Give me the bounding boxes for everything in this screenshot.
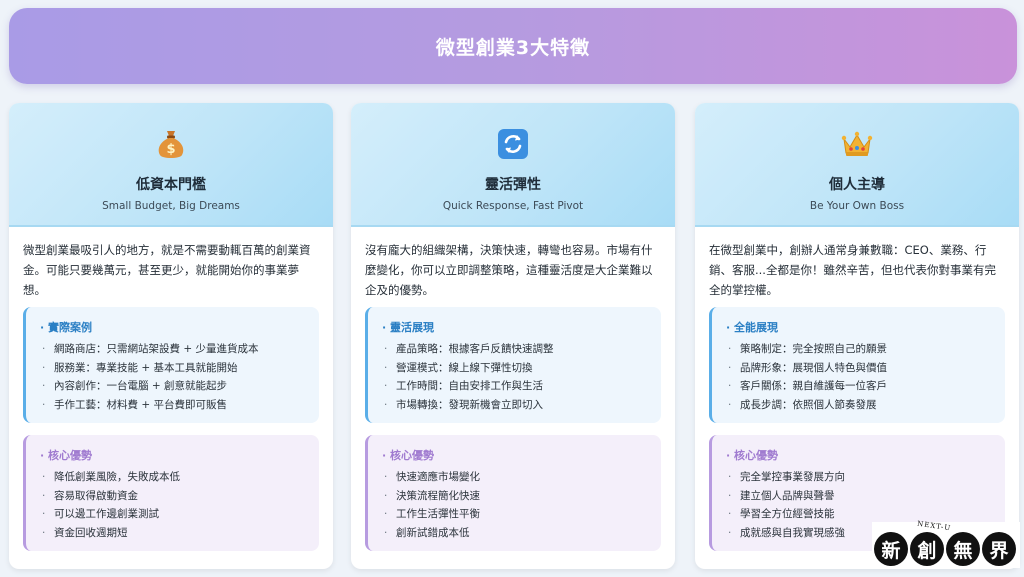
all-round-box: · 全能展現 策略制定：完全按照自己的願景 品牌形象：展現個人特色與價值 客戶關…	[709, 307, 1005, 423]
card-description: 微型創業最吸引人的地方，就是不需要動輒百萬的創業資金。可能只要幾萬元，甚至更少，…	[23, 243, 311, 297]
list-item: 策略制定：完全按照自己的願景	[726, 340, 993, 359]
card-header: 個人主導 Be Your Own Boss	[695, 103, 1019, 227]
card-header: 靈活彈性 Quick Response, Fast Pivot	[351, 103, 675, 227]
list-item: 容易取得啟動資金	[40, 487, 307, 506]
page-title: 微型創業3大特徵	[435, 36, 591, 59]
header-banner: 微型創業3大特徵	[9, 8, 1017, 84]
list-item: 可以邊工作邊創業測試	[40, 505, 307, 524]
feature-card-self-led: 個人主導 Be Your Own Boss 在微型創業中，創辦人通常身兼數職：C…	[695, 103, 1019, 569]
logo-char: 界	[982, 532, 1016, 566]
box-title: · 靈活展現	[382, 321, 435, 334]
list-item: 學習全方位經營技能	[726, 505, 993, 524]
card-subtitle: Be Your Own Boss	[809, 200, 905, 212]
card-description: 在微型創業中，創辦人通常身兼數職：CEO、業務、行銷、客服...全都是你！雖然辛…	[709, 243, 996, 297]
list-item: 品牌形象：展現個人特色與價值	[726, 359, 993, 378]
list-item: 成長步調：依照個人節奏發展	[726, 396, 993, 415]
box-title: · 實際案例	[40, 321, 93, 334]
feature-card-low-capital: $ 低資本門檻 Small Budget, Big Dreams 微型創業最吸引…	[9, 103, 333, 569]
list-item: 決策流程簡化快速	[382, 487, 649, 506]
card-description: 沒有龐大的組織架構，決策快速，轉彎也容易。市場有什麼變化，你可以立即調整策略，這…	[365, 243, 653, 297]
list-item: 手作工藝：材料費 + 平台費即可販售	[40, 396, 307, 415]
box-title: · 核心優勢	[382, 449, 435, 462]
list-item: 網路商店：只需網站架設費 + 少量進貨成本	[40, 340, 307, 359]
box-title: · 核心優勢	[40, 449, 93, 462]
refresh-icon	[497, 128, 529, 160]
list-item: 工作時間：自由安排工作與生活	[382, 377, 649, 396]
card-header: $ 低資本門檻 Small Budget, Big Dreams	[9, 103, 333, 227]
advantages-box: · 核心優勢 降低創業風險，失敗成本低 容易取得啟動資金 可以邊工作邊創業測試 …	[23, 435, 319, 551]
advantages-box: · 核心優勢 快速適應市場變化 決策流程簡化快速 工作生活彈性平衡 創新試錯成本…	[365, 435, 661, 551]
brand-logo: NEXT-U 新 創 無 界	[872, 519, 1020, 568]
logo-char: 新	[874, 532, 908, 566]
list-item: 工作生活彈性平衡	[382, 505, 649, 524]
list-item: 服務業：專業技能 + 基本工具就能開始	[40, 359, 307, 378]
list-item: 營運模式：線上線下彈性切換	[382, 359, 649, 378]
list-item: 降低創業風險，失敗成本低	[40, 468, 307, 487]
card-title: 靈活彈性	[485, 177, 541, 193]
list-item: 資金回收週期短	[40, 524, 307, 543]
card-subtitle: Small Budget, Big Dreams	[102, 200, 240, 212]
list-item: 完全掌控事業發展方向	[726, 468, 993, 487]
examples-box: · 實際案例 網路商店：只需網站架設費 + 少量進貨成本 服務業：專業技能 + …	[23, 307, 319, 423]
list-item: 客戶關係：親自維護每一位客戶	[726, 377, 993, 396]
card-subtitle: Quick Response, Fast Pivot	[442, 200, 584, 212]
list-item: 內容創作：一台電腦 + 創意就能起步	[40, 377, 307, 396]
card-title: 個人主導	[829, 177, 885, 193]
list-item: 產品策略：根據客戶反饋快速調整	[382, 340, 649, 359]
logo-char: 無	[946, 532, 980, 566]
box-title: · 核心優勢	[726, 449, 779, 462]
list-item: 建立個人品牌與聲譽	[726, 487, 993, 506]
card-title: 低資本門檻	[136, 177, 206, 193]
logo-arc-text: NEXT-U	[916, 519, 952, 533]
money-bag-icon: $	[155, 128, 187, 160]
list-item: 創新試錯成本低	[382, 524, 649, 543]
svg-text:$: $	[166, 142, 175, 157]
list-item: 快速適應市場變化	[382, 468, 649, 487]
crown-icon	[841, 128, 873, 160]
box-title: · 全能展現	[726, 321, 779, 334]
logo-char: 創	[910, 532, 944, 566]
flexibility-box: · 靈活展現 產品策略：根據客戶反饋快速調整 營運模式：線上線下彈性切換 工作時…	[365, 307, 661, 423]
feature-card-flexibility: 靈活彈性 Quick Response, Fast Pivot 沒有龐大的組織架…	[351, 103, 675, 569]
feature-cards: $ 低資本門檻 Small Budget, Big Dreams 微型創業最吸引…	[9, 103, 1019, 569]
list-item: 市場轉換：發現新機會立即切入	[382, 396, 649, 415]
